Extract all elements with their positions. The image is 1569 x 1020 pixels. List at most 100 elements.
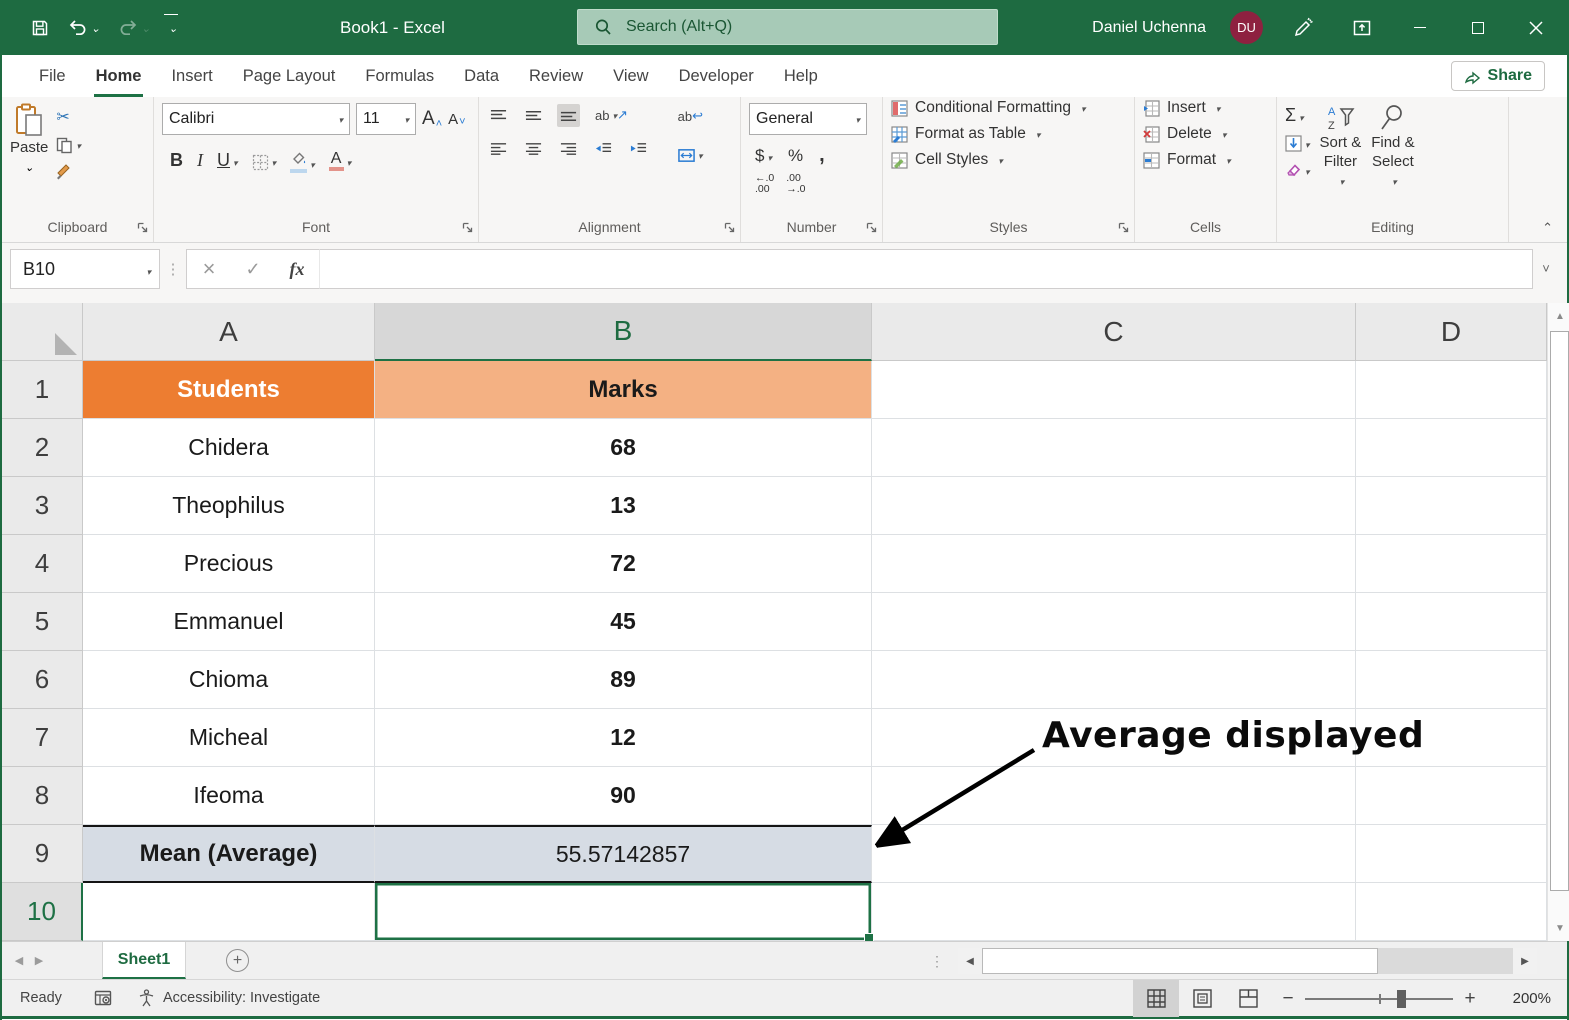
collapse-ribbon-icon[interactable]: ⌃ bbox=[1542, 220, 1553, 236]
row-header-6[interactable]: 6 bbox=[2, 651, 83, 709]
vertical-scrollbar-thumb[interactable] bbox=[1550, 331, 1569, 891]
user-name[interactable]: Daniel Uchenna bbox=[1092, 19, 1206, 37]
clipboard-dialog-launcher-icon[interactable] bbox=[137, 220, 148, 238]
sort-filter-button[interactable]: AZ Sort & Filter bbox=[1320, 103, 1362, 219]
cell-d8[interactable] bbox=[1356, 767, 1547, 825]
formula-bar-expand-icon[interactable] bbox=[1533, 260, 1559, 278]
autosum-button[interactable]: Σ bbox=[1285, 105, 1310, 126]
paste-button[interactable]: Paste bbox=[10, 103, 48, 219]
cell-c10[interactable] bbox=[872, 883, 1356, 941]
column-header-d[interactable]: D bbox=[1356, 303, 1547, 361]
cell-a3[interactable]: Theophilus bbox=[83, 477, 375, 535]
align-center-button[interactable] bbox=[522, 137, 545, 160]
name-box[interactable]: B10 bbox=[10, 249, 160, 289]
fill-color-button[interactable] bbox=[290, 147, 315, 173]
bottom-align-button[interactable] bbox=[557, 104, 580, 127]
maximize-button[interactable] bbox=[1461, 11, 1495, 45]
tab-insert[interactable]: Insert bbox=[156, 55, 227, 97]
undo-dropdown-icon[interactable] bbox=[91, 19, 100, 37]
top-align-button[interactable] bbox=[487, 104, 510, 127]
tab-data[interactable]: Data bbox=[449, 55, 514, 97]
cell-b6[interactable]: 89 bbox=[375, 651, 872, 709]
coming-soon-icon[interactable] bbox=[1287, 11, 1321, 45]
zoom-slider[interactable] bbox=[1305, 990, 1453, 1008]
cell-b10-selected[interactable] bbox=[375, 883, 872, 941]
row-header-5[interactable]: 5 bbox=[2, 593, 83, 651]
row-header-9[interactable]: 9 bbox=[2, 825, 83, 883]
cell-a7[interactable]: Micheal bbox=[83, 709, 375, 767]
scroll-up-icon[interactable] bbox=[1548, 303, 1569, 329]
horizontal-scrollbar[interactable] bbox=[958, 948, 1537, 974]
alignment-dialog-launcher-icon[interactable] bbox=[724, 220, 735, 238]
cell-b1[interactable]: Marks bbox=[375, 361, 872, 419]
increase-decimal-button[interactable]: ←.0 .00 bbox=[755, 173, 774, 195]
cell-d9[interactable] bbox=[1356, 825, 1547, 883]
cell-c1[interactable] bbox=[872, 361, 1356, 419]
zoom-slider-thumb[interactable] bbox=[1397, 990, 1406, 1008]
accounting-format-button[interactable]: $ bbox=[755, 146, 772, 166]
scroll-right-icon[interactable] bbox=[1513, 948, 1537, 974]
undo-button[interactable] bbox=[64, 14, 104, 41]
align-right-button[interactable] bbox=[557, 137, 580, 160]
row-header-1[interactable]: 1 bbox=[2, 361, 83, 419]
cancel-entry-icon[interactable] bbox=[187, 256, 231, 282]
cell-a8[interactable]: Ifeoma bbox=[83, 767, 375, 825]
macro-record-icon[interactable] bbox=[94, 989, 112, 1007]
tab-file[interactable]: File bbox=[24, 55, 81, 97]
find-select-button[interactable]: Find & Select bbox=[1371, 103, 1414, 219]
scroll-left-icon[interactable] bbox=[958, 948, 982, 974]
next-sheet-icon[interactable] bbox=[22, 942, 56, 979]
row-header-4[interactable]: 4 bbox=[2, 535, 83, 593]
zoom-level[interactable]: 200% bbox=[1487, 990, 1551, 1007]
column-header-a[interactable]: A bbox=[83, 303, 375, 361]
cell-c2[interactable] bbox=[872, 419, 1356, 477]
tab-home[interactable]: Home bbox=[81, 55, 157, 97]
row-header-10[interactable]: 10 bbox=[2, 883, 83, 941]
tab-page-layout[interactable]: Page Layout bbox=[228, 55, 351, 97]
middle-align-button[interactable] bbox=[522, 104, 545, 127]
paste-dropdown-icon[interactable] bbox=[25, 158, 34, 175]
format-as-table-button[interactable]: Format as Table bbox=[891, 125, 1126, 143]
copy-icon[interactable] bbox=[56, 136, 81, 154]
comma-style-button[interactable]: , bbox=[819, 144, 825, 167]
cell-c8[interactable] bbox=[872, 767, 1356, 825]
cell-d2[interactable] bbox=[1356, 419, 1547, 477]
clear-button[interactable] bbox=[1285, 160, 1310, 180]
page-break-preview-button[interactable] bbox=[1225, 980, 1271, 1017]
cell-b8[interactable]: 90 bbox=[375, 767, 872, 825]
number-dialog-launcher-icon[interactable] bbox=[866, 220, 877, 238]
cell-styles-button[interactable]: Cell Styles bbox=[891, 151, 1126, 169]
cell-d5[interactable] bbox=[1356, 593, 1547, 651]
column-header-b[interactable]: B bbox=[375, 303, 872, 361]
tab-view[interactable]: View bbox=[598, 55, 663, 97]
decrease-indent-button[interactable] bbox=[592, 137, 615, 160]
underline-button[interactable]: U bbox=[217, 150, 238, 171]
sheet-tab[interactable]: Sheet1 bbox=[102, 942, 186, 979]
cut-icon[interactable] bbox=[56, 107, 81, 127]
font-color-button[interactable]: A bbox=[329, 150, 352, 171]
tab-review[interactable]: Review bbox=[514, 55, 598, 97]
scroll-down-icon[interactable] bbox=[1548, 915, 1569, 941]
cell-d10[interactable] bbox=[1356, 883, 1547, 941]
tab-developer[interactable]: Developer bbox=[664, 55, 769, 97]
cell-d1[interactable] bbox=[1356, 361, 1547, 419]
cell-c3[interactable] bbox=[872, 477, 1356, 535]
increase-font-size-button[interactable]: A bbox=[422, 108, 442, 130]
cell-b7[interactable]: 12 bbox=[375, 709, 872, 767]
orientation-button[interactable]: ab bbox=[592, 103, 631, 127]
cell-c6[interactable] bbox=[872, 651, 1356, 709]
share-button[interactable]: Share bbox=[1451, 61, 1545, 91]
horizontal-scrollbar-track[interactable] bbox=[1378, 948, 1513, 974]
accessibility-status[interactable]: Accessibility: Investigate bbox=[138, 989, 320, 1007]
increase-indent-button[interactable] bbox=[627, 137, 650, 160]
bold-button[interactable]: B bbox=[170, 150, 183, 171]
column-header-c[interactable]: C bbox=[872, 303, 1356, 361]
cell-a5[interactable]: Emmanuel bbox=[83, 593, 375, 651]
merge-center-button[interactable] bbox=[675, 143, 706, 167]
confirm-entry-icon[interactable] bbox=[231, 259, 275, 280]
cell-b9[interactable]: 55.57142857 bbox=[375, 825, 872, 883]
cell-a2[interactable]: Chidera bbox=[83, 419, 375, 477]
number-format-select[interactable]: General bbox=[749, 103, 867, 135]
avatar[interactable]: DU bbox=[1230, 11, 1263, 44]
vertical-scrollbar[interactable] bbox=[1547, 303, 1569, 941]
